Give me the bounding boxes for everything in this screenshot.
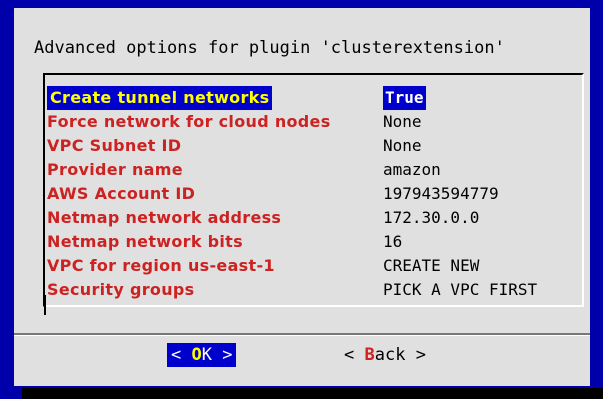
back-left-bracket: < — [344, 345, 365, 365]
advanced-options-dialog: Advanced options for plugin 'clusterexte… — [14, 8, 590, 386]
back-hotkey: B — [364, 345, 375, 365]
option-row-netmap-network-bits[interactable]: Netmap network bits 16 — [45, 230, 582, 254]
option-key: Netmap network address — [47, 208, 282, 227]
option-key: Provider name — [47, 160, 183, 179]
ok-left-bracket: < — [171, 345, 192, 365]
option-row-security-groups[interactable]: Security groups PICK A VPC FIRST — [45, 278, 582, 302]
option-key: VPC Subnet ID — [47, 136, 182, 155]
option-value: 16 — [383, 232, 403, 251]
back-right-bracket: > — [405, 345, 426, 365]
button-divider-highlight — [14, 335, 590, 336]
dialog-title: Advanced options for plugin 'clusterexte… — [34, 38, 505, 58]
option-row-vpc-for-region[interactable]: VPC for region us-east-1 CREATE NEW — [45, 254, 582, 278]
back-label-rest: ack — [374, 345, 406, 365]
ok-label-rest: K — [201, 345, 212, 365]
option-key: Netmap network bits — [47, 232, 243, 251]
option-key: Security groups — [47, 280, 195, 299]
scroll-marker — [44, 295, 46, 315]
ok-hotkey: O — [191, 345, 202, 365]
option-row-netmap-network-address[interactable]: Netmap network address 172.30.0.0 — [45, 206, 582, 230]
option-row-vpc-subnet-id[interactable]: VPC Subnet ID None — [45, 134, 582, 158]
option-value: None — [383, 136, 422, 155]
option-key: Create tunnel networks — [47, 86, 273, 110]
option-row-force-network[interactable]: Force network for cloud nodes None — [45, 110, 582, 134]
option-row-create-tunnel-networks[interactable]: Create tunnel networks True — [45, 86, 582, 110]
option-row-provider-name[interactable]: Provider name amazon — [45, 158, 582, 182]
option-row-aws-account-id[interactable]: AWS Account ID 197943594779 — [45, 182, 582, 206]
option-value: PICK A VPC FIRST — [383, 280, 538, 299]
option-key: Force network for cloud nodes — [47, 112, 331, 131]
option-value: CREATE NEW — [383, 256, 480, 275]
ok-right-bracket: > — [211, 345, 233, 365]
option-value: 197943594779 — [383, 184, 499, 203]
options-list: Create tunnel networks True Force networ… — [43, 73, 584, 315]
option-key: AWS Account ID — [47, 184, 196, 203]
option-value: amazon — [383, 160, 441, 179]
option-value: True — [383, 86, 426, 110]
option-value: None — [383, 112, 422, 131]
option-value: 172.30.0.0 — [383, 208, 480, 227]
back-button[interactable]: < Back > — [344, 343, 426, 367]
screen-shadow — [22, 388, 603, 399]
ok-button[interactable]: < OK > — [167, 343, 237, 367]
option-key: VPC for region us-east-1 — [47, 256, 275, 275]
